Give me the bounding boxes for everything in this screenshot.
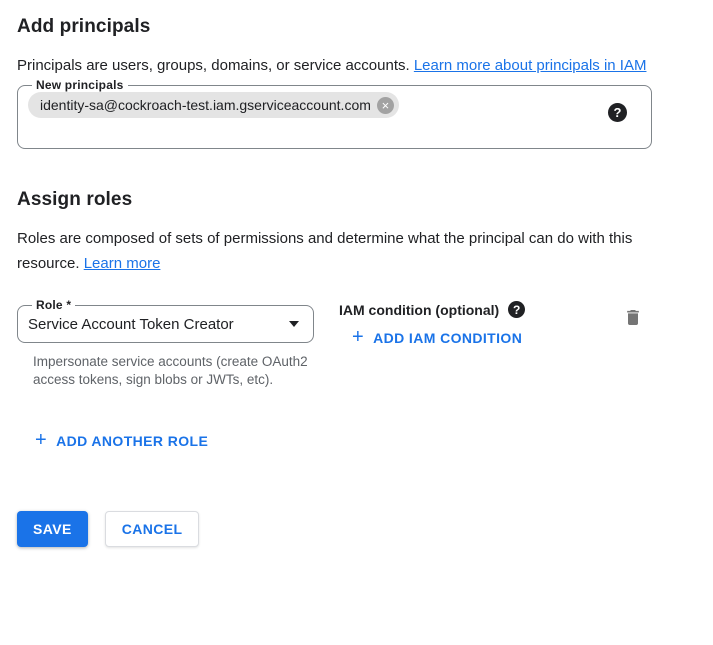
role-column: Role * Service Account Token Creator Imp… <box>17 298 318 389</box>
learn-more-roles-link[interactable]: Learn more <box>84 255 161 272</box>
add-principals-panel: Add principals Principals are users, gro… <box>0 16 713 547</box>
role-select[interactable]: Role * Service Account Token Creator <box>17 298 314 343</box>
principal-chip-label: identity-sa@cockroach-test.iam.gservicea… <box>40 97 371 113</box>
dropdown-arrow-icon <box>289 321 299 327</box>
principal-chip[interactable]: identity-sa@cockroach-test.iam.gservicea… <box>28 92 399 118</box>
dialog-actions: SAVE CANCEL <box>17 511 696 547</box>
add-iam-condition-button[interactable]: + ADD IAM CONDITION <box>352 329 522 347</box>
chip-remove-icon[interactable]: × <box>377 97 394 114</box>
cancel-button[interactable]: CANCEL <box>105 511 200 547</box>
role-row: Role * Service Account Token Creator Imp… <box>17 298 696 389</box>
role-select-value-row: Service Account Token Creator <box>28 316 303 333</box>
delete-role-button[interactable] <box>623 307 643 331</box>
add-another-role-button[interactable]: + ADD ANOTHER ROLE <box>35 432 208 450</box>
intro-text-static: Principals are users, groups, domains, o… <box>17 57 414 74</box>
assign-roles-description: Roles are composed of sets of permission… <box>17 226 667 276</box>
plus-icon: + <box>352 327 364 347</box>
iam-condition-label-row: IAM condition (optional) ? <box>339 301 525 318</box>
iam-condition-help-icon[interactable]: ? <box>508 301 525 318</box>
intro-text: Principals are users, groups, domains, o… <box>17 53 675 78</box>
new-principals-label: New principals <box>32 78 128 92</box>
plus-icon: + <box>35 430 47 450</box>
iam-condition-label: IAM condition (optional) <box>339 302 499 318</box>
principals-help-icon[interactable]: ? <box>608 103 627 122</box>
role-select-label: Role * <box>32 298 75 312</box>
save-button[interactable]: SAVE <box>17 511 88 547</box>
role-description: Impersonate service accounts (create OAu… <box>33 353 311 389</box>
new-principals-field[interactable]: New principals identity-sa@cockroach-tes… <box>17 78 652 149</box>
learn-more-principals-link[interactable]: Learn more about principals in IAM <box>414 57 647 74</box>
delete-icon <box>623 307 643 328</box>
iam-condition-column: IAM condition (optional) ? + ADD IAM CON… <box>339 298 525 348</box>
page-title: Add principals <box>17 16 696 38</box>
role-select-value: Service Account Token Creator <box>28 316 234 333</box>
assign-roles-title: Assign roles <box>17 189 696 211</box>
add-iam-condition-label: ADD IAM CONDITION <box>373 330 522 346</box>
add-another-role-label: ADD ANOTHER ROLE <box>56 433 208 449</box>
